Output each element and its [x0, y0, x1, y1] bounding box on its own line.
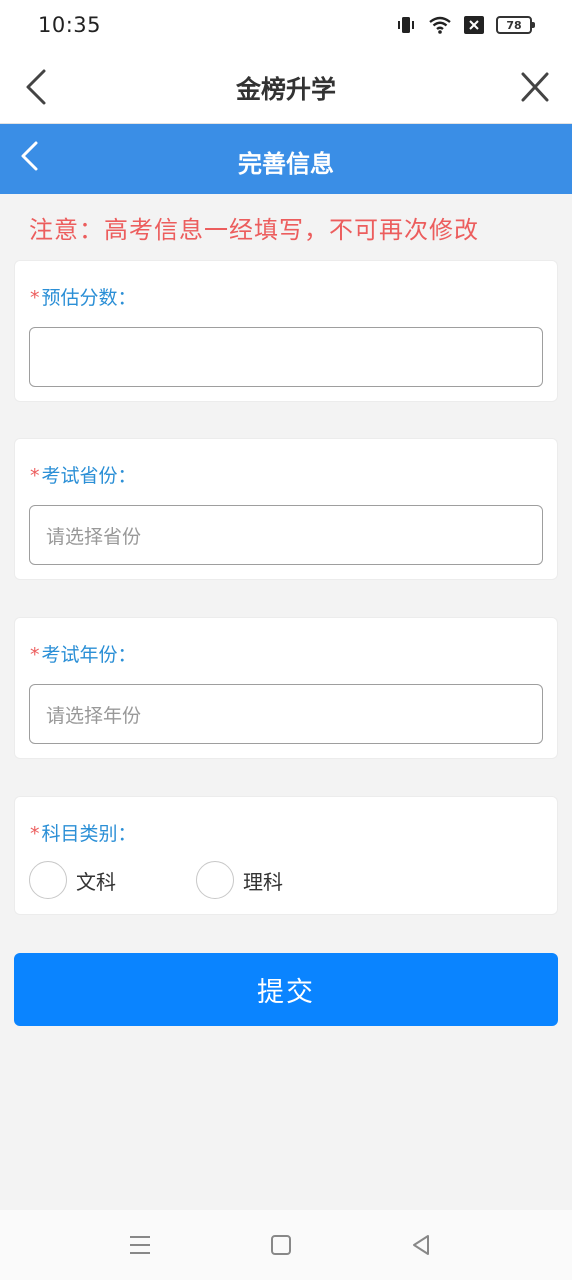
page-header: 完善信息 — [0, 124, 572, 194]
radio-science-label: 理科 — [243, 869, 283, 894]
status-icons: 78 — [396, 15, 535, 35]
province-label: * 考试省份： — [30, 461, 137, 488]
required-mark: * — [30, 644, 40, 666]
vibrate-icon — [396, 15, 416, 35]
battery-icon: 78 — [496, 16, 535, 34]
notice-text: 注意：高考信息一经填写，不可再次修改 — [29, 216, 479, 244]
required-mark: * — [30, 465, 40, 487]
year-label-text: 考试年份： — [41, 644, 137, 666]
page-title: 完善信息 — [238, 150, 334, 178]
year-select[interactable]: 请选择年份 — [29, 684, 543, 744]
radio-circle[interactable] — [29, 861, 67, 899]
status-bar: 10:35 78 — [0, 0, 572, 50]
app-nav-bar: 金榜升学 — [0, 50, 572, 124]
score-label-text: 预估分数： — [41, 287, 137, 309]
sim-x-icon — [464, 16, 484, 34]
radio-arts-label: 文科 — [76, 869, 116, 894]
subject-radio-group: 文科 理科 — [29, 861, 363, 899]
province-select[interactable]: 请选择省份 — [29, 505, 543, 565]
radio-arts[interactable]: 文科 — [29, 861, 148, 899]
subject-card: * 科目类别： 文科 理科 — [14, 796, 558, 915]
province-label-text: 考试省份： — [41, 465, 137, 487]
radio-circle[interactable] — [196, 861, 234, 899]
submit-button[interactable]: 提交 — [14, 953, 558, 1026]
wifi-icon — [428, 15, 452, 35]
status-time: 10:35 — [38, 13, 102, 37]
year-label: * 考试年份： — [30, 640, 137, 667]
subject-label: * 科目类别： — [30, 819, 137, 846]
score-label: * 预估分数： — [30, 283, 137, 310]
bottom-nav-bar — [0, 1210, 572, 1280]
score-card: * 预估分数： — [14, 260, 558, 402]
app-title: 金榜升学 — [235, 75, 336, 104]
required-mark: * — [30, 823, 40, 845]
menu-icon[interactable] — [127, 1232, 153, 1258]
radio-science[interactable]: 理科 — [196, 861, 315, 899]
year-card: * 考试年份： 请选择年份 — [14, 617, 558, 759]
province-card: * 考试省份： 请选择省份 — [14, 438, 558, 580]
close-icon[interactable] — [520, 70, 550, 104]
required-mark: * — [30, 287, 40, 309]
back-triangle-icon[interactable] — [408, 1232, 434, 1258]
subject-label-text: 科目类别： — [41, 823, 137, 845]
home-icon[interactable] — [268, 1232, 294, 1258]
score-input[interactable] — [29, 327, 543, 387]
